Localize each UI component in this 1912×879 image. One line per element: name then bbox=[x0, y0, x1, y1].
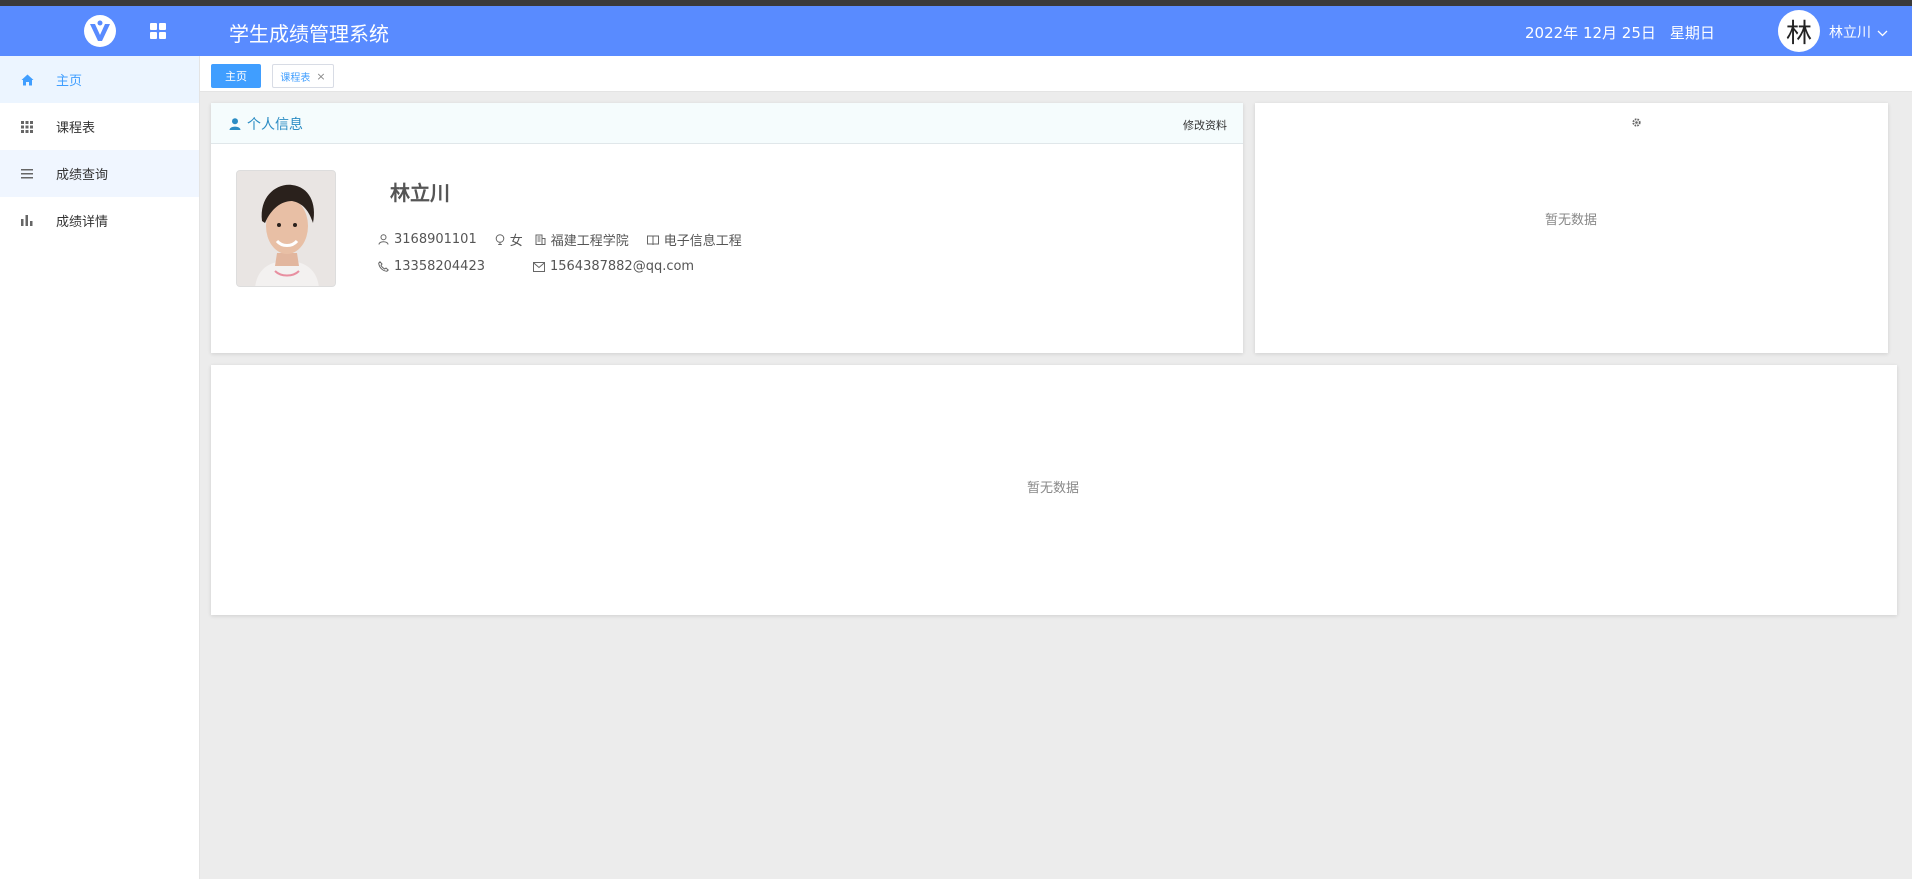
user-icon bbox=[229, 118, 241, 130]
major-value: 电子信息工程 bbox=[663, 234, 742, 249]
gear-icon[interactable] bbox=[1631, 113, 1642, 132]
phone-field: 13358204423 bbox=[378, 259, 485, 274]
sidebar-item-course[interactable]: 课程表 bbox=[0, 103, 199, 150]
info-row-basic: 3168901101 女 福建工程学院 电子信息工程 bbox=[378, 230, 742, 249]
user-menu[interactable]: 林立川 bbox=[1829, 22, 1888, 42]
grid-cell bbox=[150, 23, 157, 30]
gender-field: 女 bbox=[495, 230, 523, 249]
chevron-down-icon bbox=[1877, 27, 1888, 40]
major-field: 电子信息工程 bbox=[646, 230, 742, 249]
empty-state-text: 暂无数据 bbox=[1027, 481, 1080, 496]
bulb-icon bbox=[495, 233, 505, 246]
sidebar-item-score-detail[interactable]: 成绩详情 bbox=[0, 197, 199, 244]
gender-value: 女 bbox=[509, 234, 523, 249]
card-title-text: 个人信息 bbox=[247, 117, 303, 133]
email-field: 1564387882@qq.com bbox=[532, 259, 695, 274]
phone-value: 13358204423 bbox=[394, 259, 485, 274]
chart-card-bottom: 暂无数据 bbox=[211, 365, 1897, 615]
chart-card-right: 暂无数据 bbox=[1255, 103, 1888, 353]
student-id-field: 3168901101 bbox=[378, 232, 477, 247]
empty-state-text: 暂无数据 bbox=[1545, 213, 1598, 228]
user-name-label: 林立川 bbox=[1829, 25, 1871, 41]
date-display: 2022年 12月 25日 星期日 bbox=[1525, 22, 1729, 43]
top-header: 学生成绩管理系统 2022年 12月 25日 星期日 林 林立川 bbox=[0, 6, 1912, 56]
sidebar-item-label: 成绩查询 bbox=[56, 168, 109, 183]
profile-photo bbox=[236, 170, 336, 287]
sidebar-item-label: 成绩详情 bbox=[56, 215, 109, 230]
email-value: 1564387882@qq.com bbox=[549, 259, 695, 274]
app-title: 学生成绩管理系统 bbox=[229, 22, 389, 46]
info-row-contact: 13358204423 1564387882@qq.com bbox=[378, 259, 694, 274]
book-icon bbox=[646, 235, 659, 245]
list-icon bbox=[20, 167, 34, 181]
sidebar-item-score-query[interactable]: 成绩查询 bbox=[0, 150, 199, 197]
sidebar-item-label: 课程表 bbox=[56, 121, 96, 136]
card-header: 个人信息 修改资料 bbox=[211, 103, 1243, 144]
personal-info-card: 个人信息 修改资料 林立川 3168901101 女 福建工程学院 电子信息工程… bbox=[211, 103, 1243, 353]
tab-label: 课程表 bbox=[280, 72, 311, 84]
student-id-value: 3168901101 bbox=[394, 232, 477, 247]
logo-icon bbox=[84, 15, 116, 47]
app-logo[interactable] bbox=[0, 6, 200, 56]
date-text: 2022年 12月 25日 bbox=[1525, 24, 1656, 42]
card-title: 个人信息 bbox=[229, 114, 303, 134]
student-name: 林立川 bbox=[390, 181, 450, 205]
home-icon bbox=[20, 73, 34, 87]
grid-cell bbox=[159, 32, 166, 39]
profile-photo-image bbox=[237, 171, 335, 286]
phone-icon bbox=[378, 261, 389, 272]
sidebar-item-home[interactable]: 主页 bbox=[0, 56, 199, 103]
sidebar: 主页 课程表 成绩查询 成绩详情 bbox=[0, 56, 200, 879]
grid-cell bbox=[150, 32, 157, 39]
sidebar-item-label: 主页 bbox=[56, 74, 83, 89]
avatar[interactable]: 林 bbox=[1778, 10, 1820, 52]
close-icon[interactable]: × bbox=[316, 70, 325, 83]
edit-profile-link[interactable]: 修改资料 bbox=[1183, 117, 1227, 133]
tab-course[interactable]: 课程表 × bbox=[272, 64, 334, 88]
building-icon bbox=[535, 234, 546, 245]
bar-chart-icon bbox=[20, 214, 34, 228]
weekday-text: 星期日 bbox=[1669, 24, 1715, 42]
grid-cell bbox=[159, 23, 166, 30]
college-value: 福建工程学院 bbox=[550, 234, 629, 249]
person-outline-icon bbox=[378, 234, 389, 245]
mail-icon bbox=[532, 261, 545, 272]
tab-home[interactable]: 主页 bbox=[211, 64, 261, 88]
menu-toggle-button[interactable] bbox=[150, 23, 166, 39]
college-field: 福建工程学院 bbox=[535, 230, 629, 249]
tabs-bar: 主页 课程表 × bbox=[200, 56, 1912, 92]
grid-icon bbox=[20, 120, 34, 134]
